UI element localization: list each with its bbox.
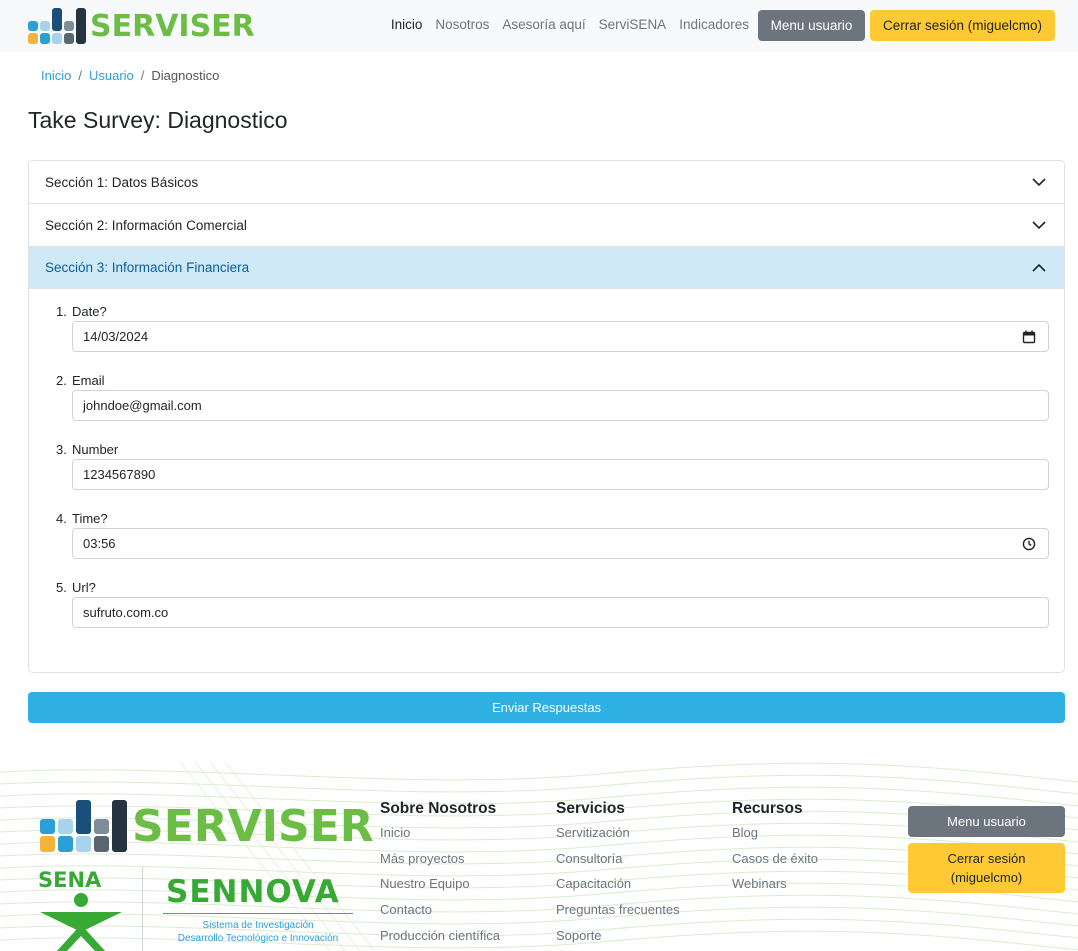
logo-blocks-icon xyxy=(28,8,88,44)
number-input[interactable]: 1234567890 xyxy=(72,459,1049,490)
nav-link-nosotros[interactable]: Nosotros xyxy=(435,17,489,32)
footer-link-inicio[interactable]: Inicio xyxy=(380,825,500,851)
email-value: johndoe@gmail.com xyxy=(83,398,202,413)
question-label: Number xyxy=(72,442,119,457)
number-value: 1234567890 xyxy=(83,467,156,482)
question-number: 4. xyxy=(56,511,67,526)
sena-figure-icon xyxy=(40,893,122,951)
logout-button[interactable]: Cerrar sesión (miguelcmo) xyxy=(870,10,1055,41)
question-date: 1. Date? xyxy=(56,304,107,319)
url-input[interactable]: sufruto.com.co xyxy=(72,597,1049,628)
nav-link-servisena[interactable]: ServiSENA xyxy=(599,17,667,32)
section-title: Sección 3: Información Financiera xyxy=(45,260,250,275)
chevron-up-icon xyxy=(1032,263,1046,272)
footer-column-title: Sobre Nosotros xyxy=(380,800,497,817)
question-label: Date? xyxy=(72,304,107,319)
clock-icon[interactable] xyxy=(1022,537,1036,551)
survey-accordion: Sección 1: Datos Básicos Sección 2: Info… xyxy=(28,160,1065,673)
time-input[interactable]: 03:56 xyxy=(72,528,1049,559)
time-value: 03:56 xyxy=(83,536,116,551)
footer-link-webinars[interactable]: Webinars xyxy=(732,876,818,902)
footer-link-mas-proyectos[interactable]: Más proyectos xyxy=(380,851,500,877)
question-number: 5. xyxy=(56,580,67,595)
chevron-down-icon xyxy=(1032,221,1046,230)
accordion-section-2[interactable]: Sección 2: Información Comercial xyxy=(29,204,1064,247)
footer-brand-name: SERVISER xyxy=(132,800,374,852)
navbar: SERVISER Inicio Nosotros Asesoría aquí S… xyxy=(0,0,1078,52)
question-number: 3. xyxy=(56,442,67,457)
chevron-down-icon xyxy=(1032,178,1046,187)
calendar-icon[interactable] xyxy=(1022,330,1036,344)
nav-link-indicadores[interactable]: Indicadores xyxy=(679,17,749,32)
date-value: 14/03/2024 xyxy=(83,329,149,344)
footer-link-blog[interactable]: Blog xyxy=(732,825,818,851)
question-number-field: 3. Number xyxy=(56,442,118,457)
sennova-subtitle: Sistema de Investigación Desarrollo Tecn… xyxy=(177,920,339,944)
brand-logo[interactable]: SERVISER xyxy=(28,8,255,44)
question-email: 2. Email xyxy=(56,373,105,388)
sena-logo: SENA xyxy=(36,868,126,951)
section-title: Sección 1: Datos Básicos xyxy=(45,174,199,190)
footer-link-soporte[interactable]: Soporte xyxy=(556,928,680,951)
url-value: sufruto.com.co xyxy=(83,605,169,620)
accordion-section-1[interactable]: Sección 1: Datos Básicos xyxy=(29,161,1064,204)
footer-divider xyxy=(142,867,143,951)
submit-button[interactable]: Enviar Respuestas xyxy=(28,692,1065,723)
footer-link-casos-de-exito[interactable]: Casos de éxito xyxy=(732,851,818,877)
footer-column-title: Servicios xyxy=(556,800,625,817)
breadcrumb-separator: / xyxy=(140,68,145,83)
footer-menu-usuario-button[interactable]: Menu usuario xyxy=(908,806,1065,837)
question-url: 5. Url? xyxy=(56,580,96,595)
footer-link-preguntas-frecuentes[interactable]: Preguntas frecuentes xyxy=(556,902,680,928)
breadcrumb: Inicio / Usuario / Diagnostico xyxy=(41,68,219,83)
sena-name: SENA xyxy=(38,868,102,892)
breadcrumb-current: Diagnostico xyxy=(151,68,220,83)
sennova-logo-text: SENNOVA xyxy=(166,874,340,910)
menu-usuario-button[interactable]: Menu usuario xyxy=(758,10,865,41)
sennova-underline xyxy=(163,913,353,914)
footer-logout-button[interactable]: Cerrar sesión (miguelcmo) xyxy=(908,843,1065,893)
question-number: 2. xyxy=(56,373,67,388)
date-input[interactable]: 14/03/2024 xyxy=(72,321,1049,352)
brand-name: SERVISER xyxy=(90,8,255,44)
breadcrumb-inicio[interactable]: Inicio xyxy=(41,68,71,83)
accordion-section-3[interactable]: Sección 3: Información Financiera xyxy=(29,247,1064,289)
email-input[interactable]: johndoe@gmail.com xyxy=(72,390,1049,421)
footer-column-recursos: Recursos Blog Casos de éxito Webinars xyxy=(732,800,818,902)
footer-brand-logo[interactable]: SERVISER xyxy=(40,800,374,852)
nav-link-inicio[interactable]: Inicio xyxy=(391,17,423,32)
breadcrumb-separator: / xyxy=(78,68,82,83)
footer-link-produccion-cientifica[interactable]: Producción científica xyxy=(380,928,500,951)
footer-link-contacto[interactable]: Contacto xyxy=(380,902,500,928)
page-title: Take Survey: Diagnostico xyxy=(28,107,288,133)
nav-links: Inicio Nosotros Asesoría aquí ServiSENA … xyxy=(378,17,749,32)
footer-link-capacitacion[interactable]: Capacitación xyxy=(556,876,680,902)
footer-column-title: Recursos xyxy=(732,800,803,817)
footer-link-consultoria[interactable]: Consultoría xyxy=(556,851,680,877)
footer-column-servicios: Servicios Servitización Consultoría Capa… xyxy=(556,800,680,951)
footer-link-nuestro-equipo[interactable]: Nuestro Equipo xyxy=(380,876,500,902)
section-title: Sección 2: Información Comercial xyxy=(45,217,247,233)
question-number: 1. xyxy=(56,304,67,319)
question-label: Email xyxy=(72,373,105,388)
footer-link-servitizacion[interactable]: Servitización xyxy=(556,825,680,851)
question-label: Time? xyxy=(72,511,108,526)
question-label: Url? xyxy=(72,580,96,595)
logo-blocks-icon xyxy=(40,800,130,852)
nav-link-asesoria[interactable]: Asesoría aquí xyxy=(502,17,585,32)
question-time: 4. Time? xyxy=(56,511,108,526)
breadcrumb-usuario[interactable]: Usuario xyxy=(89,68,134,83)
footer: SERVISER SENA SENNOVA Sistema de Investi… xyxy=(0,762,1078,951)
footer-column-sobre-nosotros: Sobre Nosotros Inicio Más proyectos Nues… xyxy=(380,800,500,951)
